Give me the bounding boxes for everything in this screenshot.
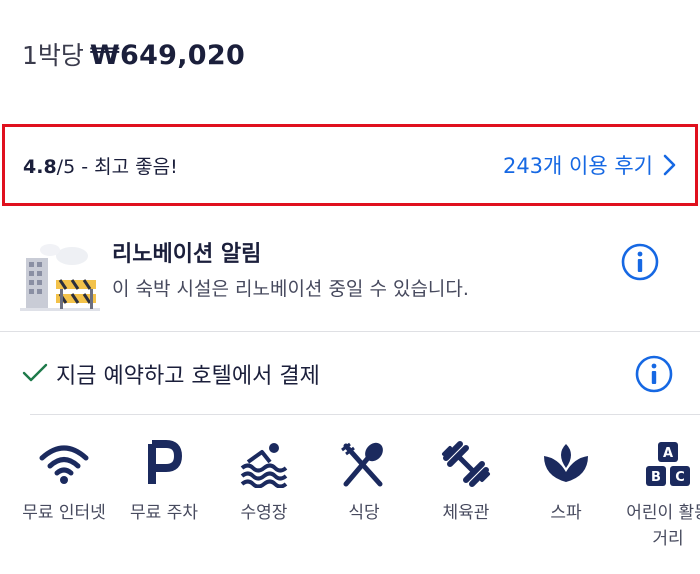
- pay-at-hotel-text: 지금 예약하고 호텔에서 결제: [56, 364, 320, 389]
- chevron-right-icon: [663, 154, 677, 176]
- renovation-notice: 리노베이션 알림 이 숙박 시설은 리노베이션 중일 수 있습니다.: [0, 214, 700, 324]
- gym-icon: [440, 440, 492, 488]
- amenity-label: 스파: [550, 503, 582, 523]
- renovation-illustration-icon: [20, 236, 100, 312]
- svg-text:C: C: [675, 470, 685, 485]
- parking-icon: [138, 440, 190, 488]
- pool-icon: [238, 440, 290, 489]
- rating-score: 4.8: [23, 155, 57, 178]
- rating-text: - 최고 좋음!: [75, 155, 178, 178]
- amenity-label: 무료 주차: [130, 503, 198, 523]
- section-divider: [0, 331, 700, 332]
- guest-rating: 4.8 /5 - 최고 좋음!: [23, 152, 178, 179]
- section-divider: [30, 414, 700, 415]
- amenity-label: 체육관: [442, 503, 490, 523]
- svg-text:B: B: [651, 470, 661, 485]
- amenity-free-internet[interactable]: 무료 인터넷: [22, 440, 106, 526]
- pay-at-hotel-notice: 지금 예약하고 호텔에서 결제: [0, 340, 700, 410]
- amenity-label: 어린이 활동거리: [626, 503, 700, 549]
- spa-icon: [540, 440, 592, 488]
- amenity-label: 식당: [348, 503, 380, 523]
- price-amount: ₩649,020: [89, 40, 246, 71]
- amenity-restaurant[interactable]: 식당: [322, 440, 406, 526]
- reviews-link[interactable]: 243개 이용 후기: [503, 150, 677, 180]
- svg-text:A: A: [663, 446, 673, 461]
- wifi-icon: [38, 440, 90, 488]
- price-per-night-label: 1박당: [22, 41, 84, 70]
- info-icon[interactable]: [620, 242, 660, 282]
- amenity-label: 수영장: [240, 503, 288, 523]
- kids-activities-icon: A B C: [642, 440, 694, 488]
- amenities-list: 무료 인터넷 무료 주차 수영장 식당 체육관 스파 A B C 어린이 활 거…: [0, 440, 700, 574]
- rating-scale: /5: [56, 155, 76, 178]
- amenity-label: 무료 인터넷: [22, 503, 106, 523]
- restaurant-icon: [338, 440, 390, 488]
- renovation-title: 리노베이션 알림: [112, 242, 262, 267]
- amenity-spa[interactable]: 스파: [524, 440, 608, 526]
- reviews-link-label: 243개 이용 후기: [502, 154, 653, 178]
- amenity-free-parking[interactable]: 무료 주차: [122, 440, 206, 526]
- checkmark-icon: [22, 362, 48, 384]
- renovation-description: 이 숙박 시설은 리노베이션 중일 수 있습니다.: [112, 278, 469, 300]
- amenity-gym[interactable]: 체육관: [424, 440, 508, 526]
- price-row: 1박당 ₩649,020: [22, 36, 245, 76]
- amenity-pool[interactable]: 수영장: [222, 440, 306, 526]
- review-summary[interactable]: 4.8 /5 - 최고 좋음! 243개 이용 후기: [2, 124, 698, 206]
- amenity-kids-activities[interactable]: A B C 어린이 활동거리: [626, 440, 700, 552]
- info-icon[interactable]: [634, 354, 674, 394]
